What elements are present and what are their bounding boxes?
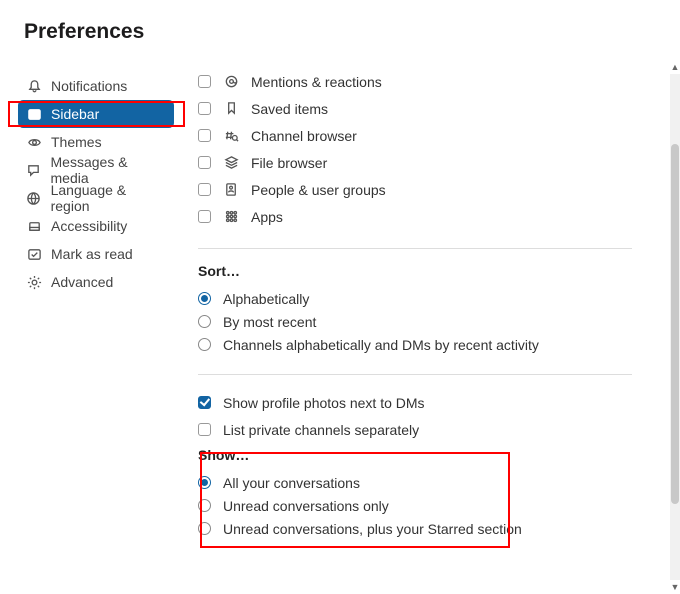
- radio-unselected[interactable]: [198, 499, 211, 512]
- checkbox-unchecked[interactable]: [198, 183, 211, 196]
- sort-heading: Sort…: [198, 263, 632, 279]
- radio-label: Unread conversations, plus your Starred …: [223, 521, 522, 537]
- preferences-content: Mentions & reactions Saved items Channel…: [192, 62, 680, 594]
- show-item-label: People & user groups: [251, 182, 386, 198]
- radio-label: By most recent: [223, 314, 316, 330]
- nav-item-accessibility[interactable]: Accessibility: [18, 212, 174, 240]
- checkbox-unchecked[interactable]: [198, 210, 211, 223]
- show-item-file-browser[interactable]: File browser: [198, 149, 632, 176]
- scroll-down-icon[interactable]: ▼: [670, 580, 680, 594]
- nav-label: Accessibility: [51, 218, 127, 234]
- show-item-label: File browser: [251, 155, 327, 171]
- scroll-track[interactable]: [670, 74, 680, 580]
- grid-icon: [223, 209, 239, 225]
- show-option-unread-starred[interactable]: Unread conversations, plus your Starred …: [198, 517, 632, 540]
- radio-label: Alphabetically: [223, 291, 309, 307]
- radio-label: Unread conversations only: [223, 498, 389, 514]
- toggle-private-channels[interactable]: List private channels separately: [198, 416, 632, 443]
- bookmark-icon: [223, 101, 239, 117]
- globe-icon: [26, 190, 42, 206]
- checkbox-checked[interactable]: [198, 396, 211, 409]
- nav-item-advanced[interactable]: Advanced: [18, 268, 174, 296]
- hash-search-icon: [223, 128, 239, 144]
- sort-option-alphabetically[interactable]: Alphabetically: [198, 287, 632, 310]
- show-item-label: Channel browser: [251, 128, 357, 144]
- nav-item-themes[interactable]: Themes: [18, 128, 174, 156]
- nav-item-sidebar[interactable]: Sidebar: [18, 100, 174, 128]
- checkbox-unchecked[interactable]: [198, 156, 211, 169]
- nav-label: Mark as read: [51, 246, 133, 262]
- nav-label: Language & region: [51, 182, 166, 214]
- gear-icon: [26, 274, 42, 290]
- people-icon: [223, 182, 239, 198]
- nav-label: Advanced: [51, 274, 113, 290]
- accessibility-icon: [26, 218, 42, 234]
- sort-option-recent[interactable]: By most recent: [198, 310, 632, 333]
- radio-label: All your conversations: [223, 475, 360, 491]
- scrollbar[interactable]: ▲ ▼: [670, 60, 680, 594]
- toggle-profile-photos[interactable]: Show profile photos next to DMs: [198, 389, 632, 416]
- nav-item-messages-media[interactable]: Messages & media: [18, 156, 174, 184]
- radio-unselected[interactable]: [198, 338, 211, 351]
- show-item-label: Mentions & reactions: [251, 74, 382, 90]
- checkbox-unchecked[interactable]: [198, 75, 211, 88]
- show-option-unread[interactable]: Unread conversations only: [198, 494, 632, 517]
- radio-unselected[interactable]: [198, 315, 211, 328]
- toggle-label: List private channels separately: [223, 422, 419, 438]
- show-item-channel-browser[interactable]: Channel browser: [198, 122, 632, 149]
- nav-item-notifications[interactable]: Notifications: [18, 72, 174, 100]
- nav-label: Notifications: [51, 78, 127, 94]
- nav-item-language-region[interactable]: Language & region: [18, 184, 174, 212]
- at-icon: [223, 74, 239, 90]
- radio-label: Channels alphabetically and DMs by recen…: [223, 337, 539, 353]
- show-item-label: Apps: [251, 209, 283, 225]
- show-option-all[interactable]: All your conversations: [198, 471, 632, 494]
- chat-icon: [26, 162, 42, 178]
- nav-label: Themes: [51, 134, 102, 150]
- dialog-header: Preferences: [0, 0, 680, 62]
- dialog-body: Notifications Sidebar Themes Messages & …: [0, 62, 680, 594]
- nav-item-mark-as-read[interactable]: Mark as read: [18, 240, 174, 268]
- show-item-saved[interactable]: Saved items: [198, 95, 632, 122]
- show-heading: Show…: [198, 447, 632, 463]
- scroll-thumb[interactable]: [671, 144, 679, 504]
- dialog-title: Preferences: [24, 20, 144, 44]
- show-item-people[interactable]: People & user groups: [198, 176, 632, 203]
- show-item-apps[interactable]: Apps: [198, 203, 632, 230]
- nav-label: Sidebar: [51, 106, 99, 122]
- eye-icon: [26, 134, 42, 150]
- layers-icon: [223, 155, 239, 171]
- divider: [198, 374, 632, 375]
- divider: [198, 248, 632, 249]
- radio-selected[interactable]: [198, 292, 211, 305]
- show-item-mentions[interactable]: Mentions & reactions: [198, 68, 632, 95]
- checkbox-unchecked[interactable]: [198, 423, 211, 436]
- bell-icon: [26, 78, 42, 94]
- checkbox-unchecked[interactable]: [198, 102, 211, 115]
- checkbox-unchecked[interactable]: [198, 129, 211, 142]
- preferences-nav: Notifications Sidebar Themes Messages & …: [0, 62, 192, 594]
- toggle-label: Show profile photos next to DMs: [223, 395, 425, 411]
- check-icon: [26, 246, 42, 262]
- sort-option-channels-dms[interactable]: Channels alphabetically and DMs by recen…: [198, 333, 632, 356]
- show-item-label: Saved items: [251, 101, 328, 117]
- radio-selected[interactable]: [198, 476, 211, 489]
- radio-unselected[interactable]: [198, 522, 211, 535]
- close-button[interactable]: [628, 20, 652, 44]
- sidebar-icon: [26, 106, 42, 122]
- scroll-up-icon[interactable]: ▲: [670, 60, 680, 74]
- preferences-dialog: Preferences Notifications Sidebar: [0, 0, 680, 594]
